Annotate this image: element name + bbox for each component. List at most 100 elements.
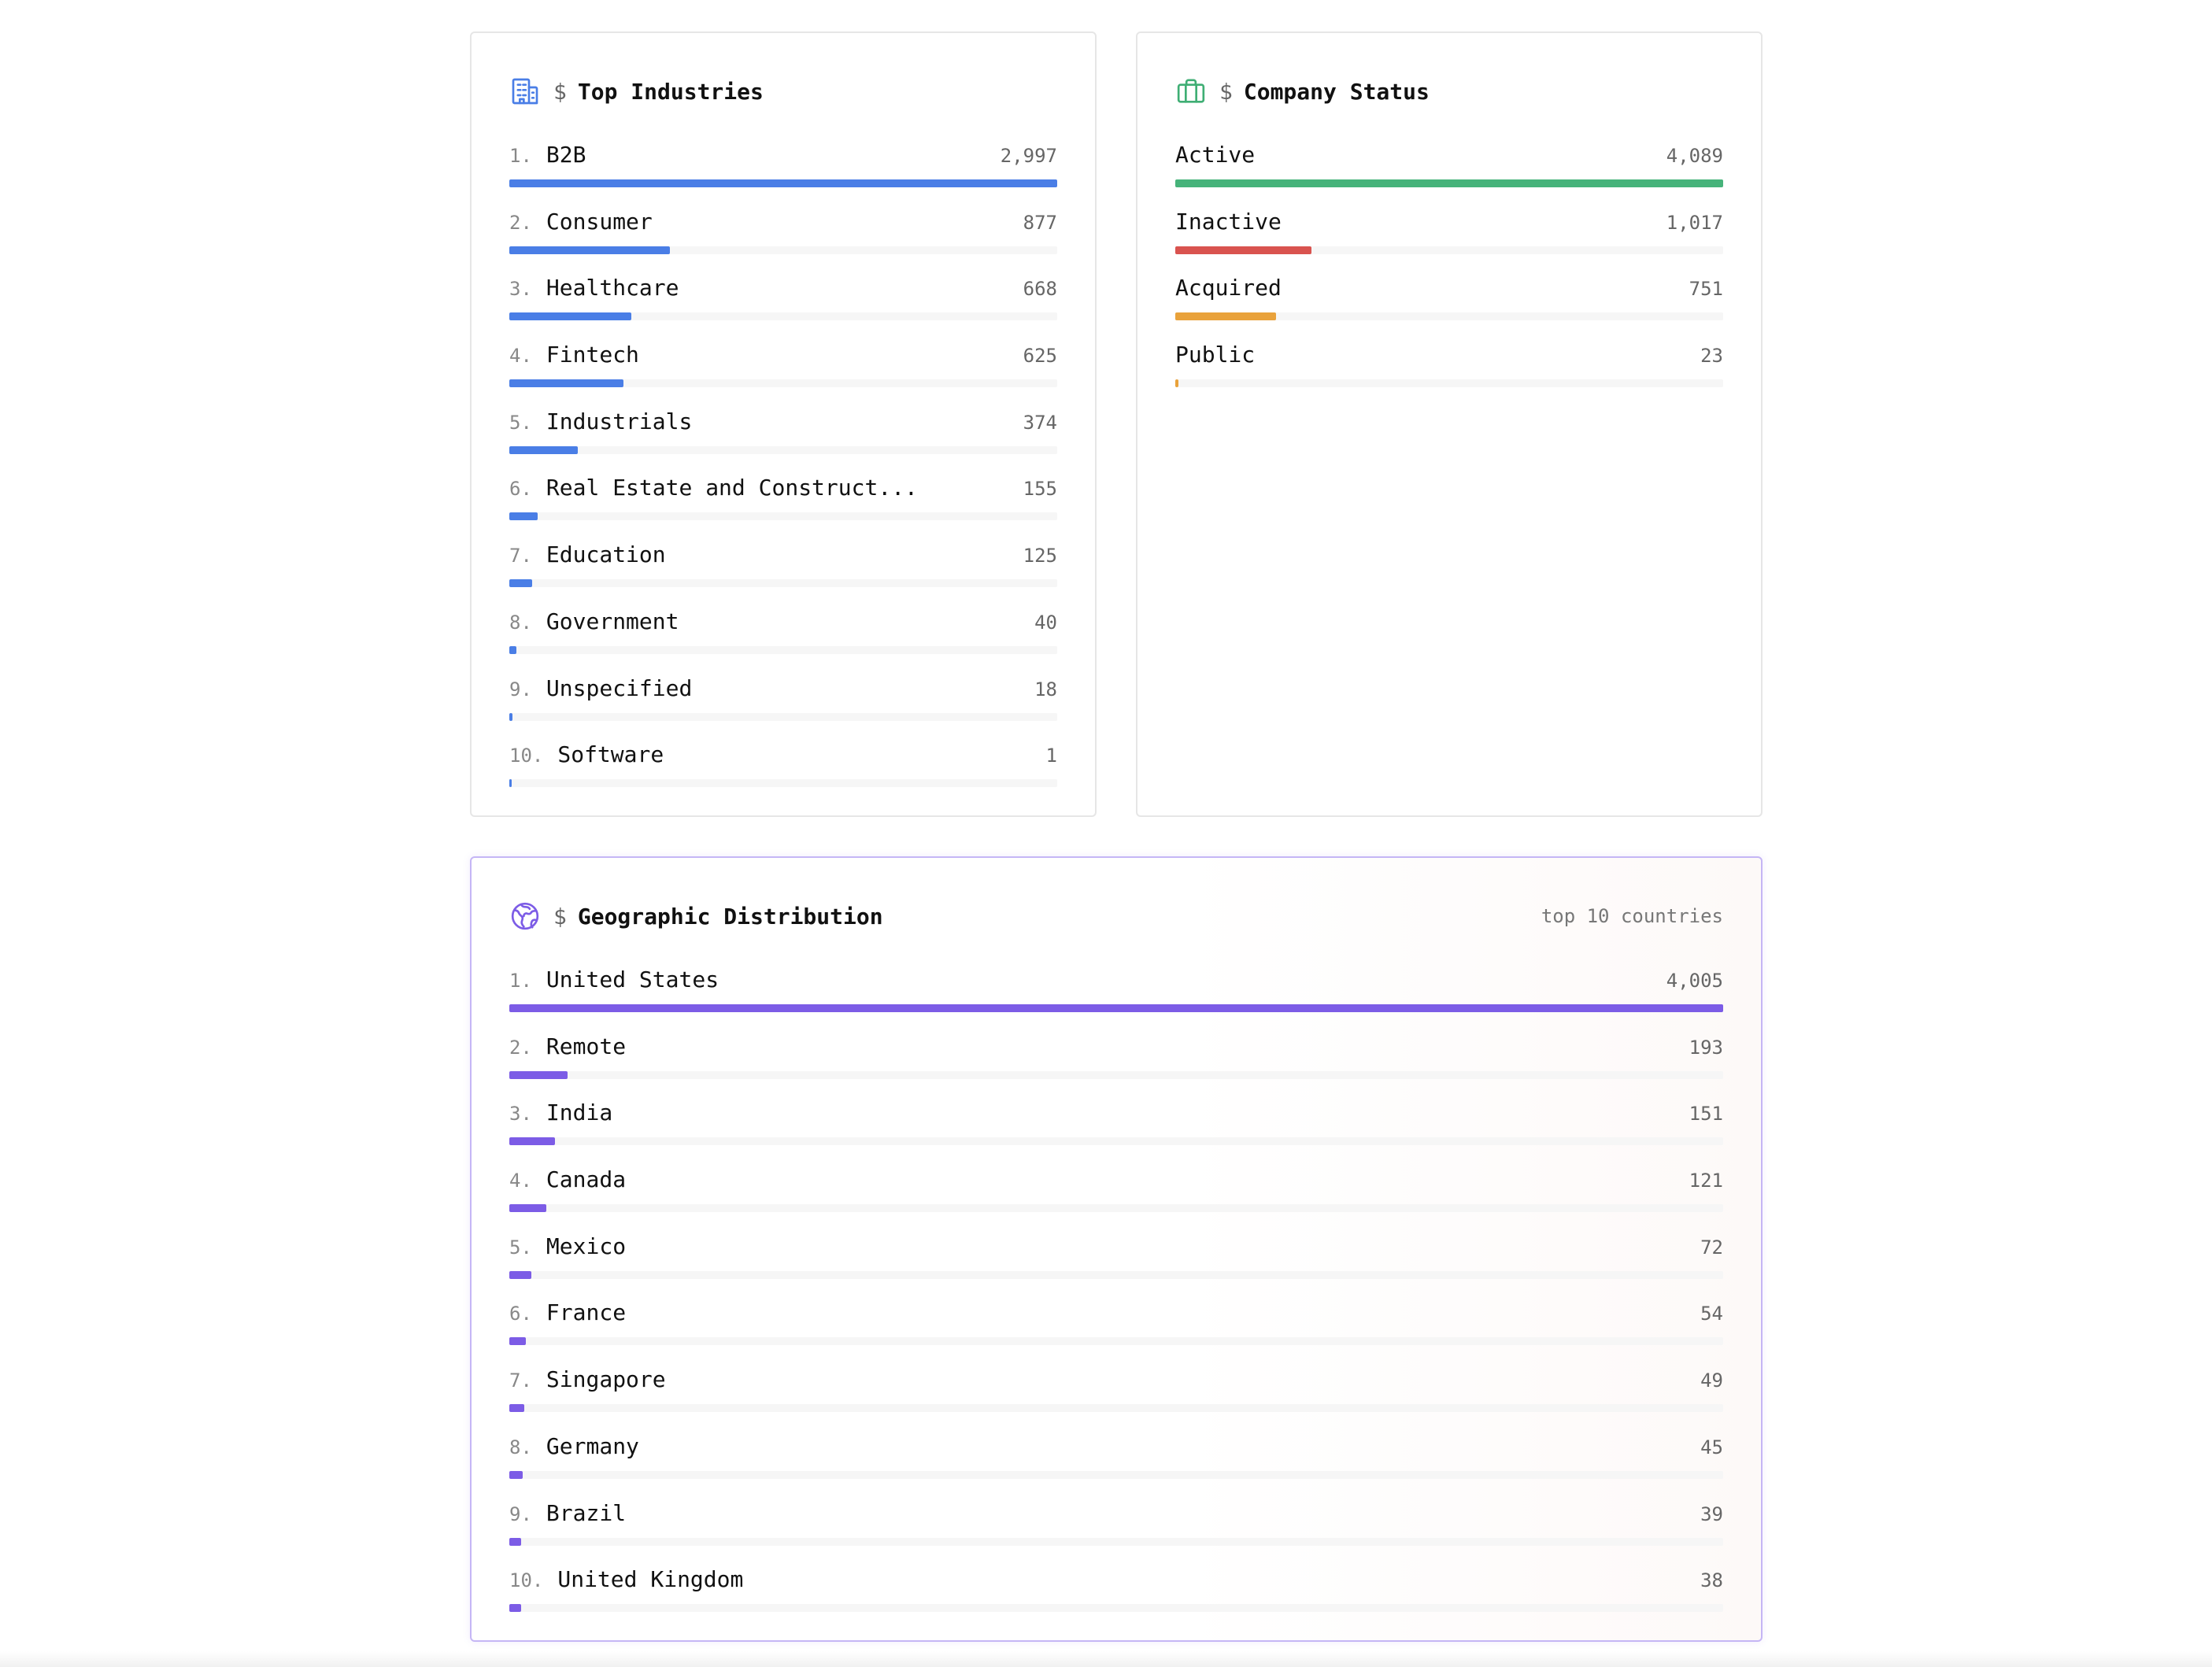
bar-track [1175, 179, 1723, 187]
bar-fill [509, 1404, 524, 1413]
list-item: Active 4,089 [1175, 135, 1723, 202]
item-value: 18 [1034, 678, 1057, 700]
list-item: 5. Mexico 72 [509, 1227, 1723, 1294]
item-value: 625 [1023, 345, 1057, 368]
item-rank: 7. [509, 1369, 532, 1392]
bar-fill [509, 712, 513, 721]
bar-track [509, 445, 1057, 454]
item-value: 4,089 [1666, 145, 1723, 167]
list-item-header: 1. B2B 2,997 [509, 142, 1057, 172]
list-item: 8. Government 40 [509, 602, 1057, 669]
item-label: Germany [546, 1432, 639, 1459]
prompt-symbol: $ [1219, 78, 1233, 105]
item-value: 45 [1700, 1436, 1723, 1458]
list-item-header: 6. Real Estate and Construct... 155 [509, 475, 1057, 505]
bar-track [509, 1270, 1723, 1279]
list-item: Acquired 751 [1175, 268, 1723, 335]
bar-fill [1175, 246, 1312, 254]
item-value: 49 [1700, 1369, 1723, 1392]
bar-track [509, 1470, 1723, 1479]
item-rank: 8. [509, 1436, 532, 1458]
bar-fill [509, 1604, 521, 1613]
item-rank: 9. [509, 1503, 532, 1525]
list-item-header: 10. Software 1 [509, 741, 1057, 771]
list-item: 2. Consumer 877 [509, 202, 1057, 269]
item-label: Industrials [546, 408, 693, 434]
list-item: 5. Industrials 374 [509, 402, 1057, 469]
list-item: 7. Singapore 49 [509, 1360, 1723, 1427]
top-industries-card: $ Top Industries 1. B2B 2,997 2. Consumer 877… [470, 31, 1097, 817]
list-item: 3. Healthcare 668 [509, 268, 1057, 335]
item-label: France [546, 1299, 627, 1326]
list-item-header: 1. United States 4,005 [509, 967, 1723, 996]
countries-list: 1. United States 4,005 2. Remote 193 3. India 15… [509, 960, 1723, 1627]
item-value: 2,997 [1000, 145, 1057, 167]
geographic-distribution-card: $ Geographic Distribution top 10 countri… [470, 856, 1763, 1642]
list-item: 4. Fintech 625 [509, 335, 1057, 402]
item-label: Software [557, 741, 664, 768]
prompt-symbol: $ [553, 903, 567, 930]
bar-track [509, 1404, 1723, 1413]
bar-fill [509, 1470, 523, 1479]
list-item: 10. United Kingdom 38 [509, 1560, 1723, 1627]
item-rank: 3. [509, 1103, 532, 1126]
item-value: 1,017 [1666, 211, 1723, 234]
item-value: 54 [1700, 1303, 1723, 1325]
list-item: 4. Canada 121 [509, 1160, 1723, 1227]
item-label: Public [1175, 342, 1256, 368]
item-value: 40 [1034, 611, 1057, 634]
bar-track [509, 1537, 1723, 1546]
item-value: 4,005 [1666, 970, 1723, 992]
list-item-header: 5. Mexico 72 [509, 1233, 1723, 1263]
item-value: 193 [1689, 1036, 1723, 1059]
list-item-header: 3. India 151 [509, 1100, 1723, 1129]
item-value: 151 [1689, 1103, 1723, 1126]
list-item-header: 2. Remote 193 [509, 1033, 1723, 1063]
bar-track [509, 512, 1057, 521]
list-item: 1. United States 4,005 [509, 960, 1723, 1027]
bar-track [509, 179, 1057, 187]
list-item-header: 9. Unspecified 18 [509, 675, 1057, 705]
bar-track [509, 1137, 1723, 1146]
bar-fill [509, 445, 578, 454]
item-label: Singapore [546, 1366, 666, 1393]
item-rank: 9. [509, 678, 532, 700]
bar-track [509, 1204, 1723, 1213]
bar-track [509, 379, 1057, 388]
list-item-header: 4. Canada 121 [509, 1166, 1723, 1196]
bar-track [509, 579, 1057, 588]
industries-list: 1. B2B 2,997 2. Consumer 877 3. Healthcare 668 4.… [509, 135, 1057, 802]
bar-fill [1175, 312, 1276, 321]
item-rank: 4. [509, 1170, 532, 1192]
bar-fill [509, 1337, 526, 1346]
card-header: $ Company Status [1175, 74, 1723, 109]
item-label: Mexico [546, 1233, 627, 1259]
item-label: Inactive [1175, 208, 1282, 235]
list-item-header: 4. Fintech 625 [509, 342, 1057, 371]
item-value: 751 [1689, 278, 1723, 301]
list-item: Public 23 [1175, 335, 1723, 402]
list-item-header: 3. Healthcare 668 [509, 275, 1057, 305]
bar-fill [509, 379, 624, 388]
item-rank: 6. [509, 1303, 532, 1325]
bar-track [509, 1004, 1723, 1012]
card-header: $ Top Industries [509, 74, 1057, 109]
list-item: 10. Software 1 [509, 735, 1057, 802]
item-value: 72 [1700, 1236, 1723, 1259]
item-value: 668 [1023, 278, 1057, 301]
building-icon [509, 76, 541, 107]
bar-track [509, 645, 1057, 654]
bar-fill [509, 1537, 522, 1546]
bar-fill [509, 1070, 568, 1079]
bar-fill [509, 179, 1057, 187]
card-subtitle: top 10 countries [1541, 905, 1723, 927]
item-label: Fintech [546, 342, 639, 368]
item-label: Consumer [546, 208, 653, 235]
item-rank: 10. [509, 1569, 544, 1592]
status-list: Active 4,089 Inactive 1,017 Acquired 751 Publi… [1175, 135, 1723, 402]
list-item-header: 5. Industrials 374 [509, 408, 1057, 438]
company-status-card: $ Company Status Active 4,089 Inactive 1,01… [1136, 31, 1763, 817]
bar-track [1175, 246, 1723, 254]
item-label: United Kingdom [557, 1566, 744, 1593]
card-title: Geographic Distribution [577, 903, 883, 930]
